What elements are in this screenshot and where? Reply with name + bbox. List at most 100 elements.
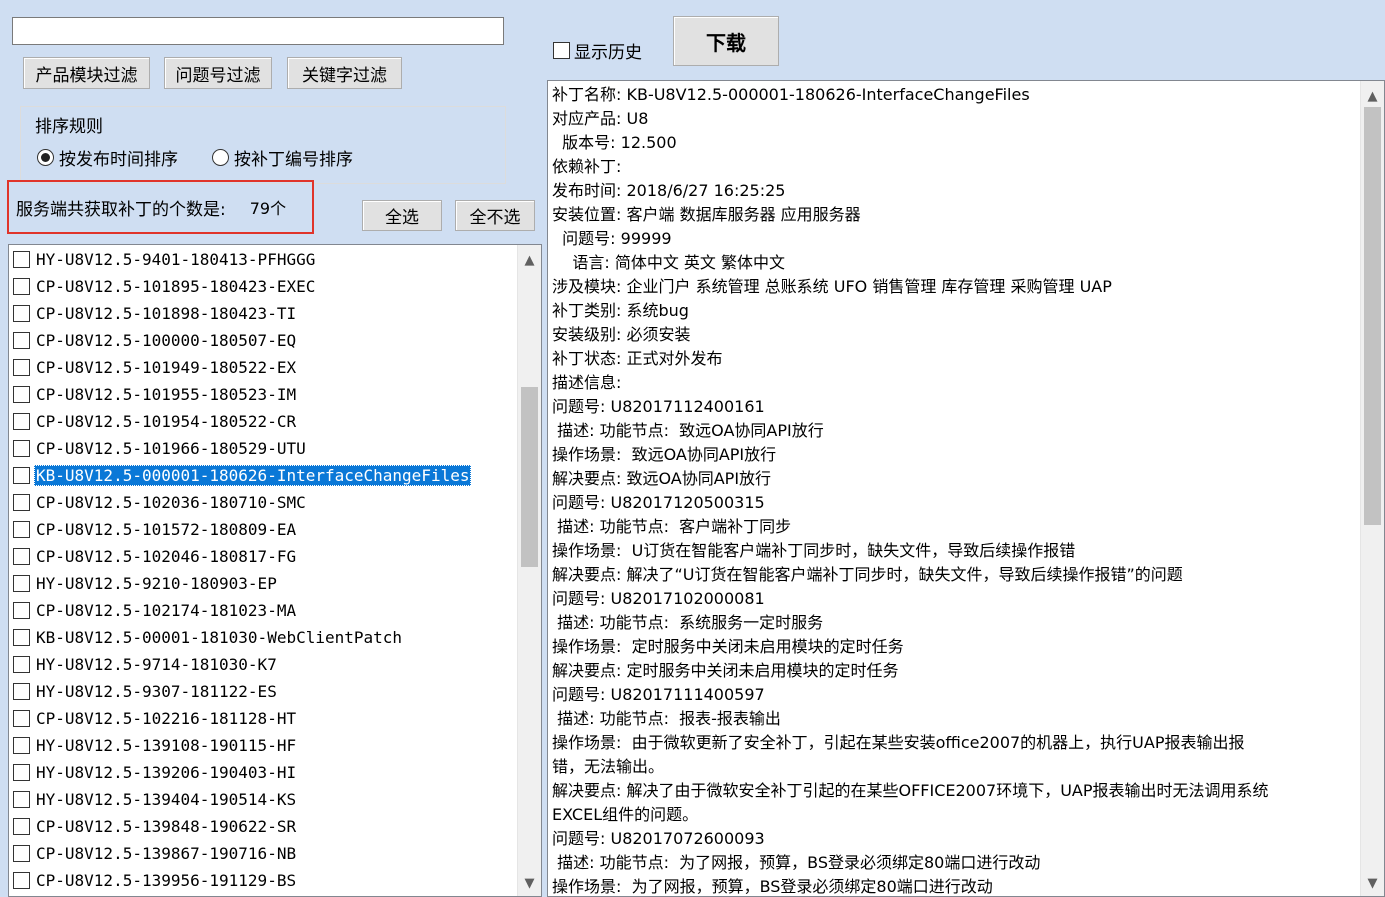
- patch-count-box: 服务端共获取补丁的个数是: 79个: [7, 180, 314, 234]
- patch-list-item-label: CP-U8V12.5-101895-180423-EXEC: [36, 276, 316, 296]
- issue-number-filter-button[interactable]: 问题号过滤: [164, 57, 272, 89]
- detail-line: EXCEL组件的问题。: [552, 805, 699, 824]
- checkbox-icon[interactable]: [13, 331, 30, 349]
- checkbox-icon[interactable]: [13, 817, 30, 835]
- sort-by-time-radio[interactable]: 按发布时间排序: [37, 145, 178, 170]
- patch-list-item-label: HY-U8V12.5-9401-180413-PFHGGG: [36, 249, 316, 269]
- download-button[interactable]: 下载: [673, 16, 779, 66]
- patch-list-item[interactable]: HY-U8V12.5-9401-180413-PFHGGG: [13, 247, 317, 271]
- detail-line: 发布时间: 2018/6/27 16:25:25: [552, 181, 786, 200]
- patch-list-scrollbar[interactable]: ▲ ▼: [517, 245, 541, 896]
- patch-list-item[interactable]: CP-U8V12.5-102216-181128-HT: [13, 706, 298, 730]
- checkbox-icon[interactable]: [13, 763, 30, 781]
- patch-list-item[interactable]: CP-U8V12.5-102036-180710-SMC: [13, 490, 308, 514]
- checkbox-icon[interactable]: [13, 844, 30, 862]
- patch-list-item[interactable]: HY-U8V12.5-9714-181030-K7: [13, 652, 279, 676]
- patch-list-item-label: HY-U8V12.5-9307-181122-ES: [36, 681, 277, 701]
- patch-list-item[interactable]: CP-U8V12.5-101895-180423-EXEC: [13, 274, 317, 298]
- checkbox-icon[interactable]: [13, 736, 30, 754]
- patch-list-item-label: KB-U8V12.5-00001-181030-WebClientPatch: [36, 627, 403, 647]
- patch-list-item[interactable]: CP-U8V12.5-139867-190716-NB: [13, 841, 298, 865]
- patch-list-item[interactable]: CP-U8V12.5-101572-180809-EA: [13, 517, 298, 541]
- sort-by-time-label: 按发布时间排序: [59, 150, 178, 170]
- checkbox-icon[interactable]: [13, 682, 30, 700]
- patch-detail-textarea[interactable]: 补丁名称: KB-U8V12.5-000001-180626-Interface…: [547, 80, 1385, 897]
- checkbox-icon[interactable]: [13, 628, 30, 646]
- detail-line: 安装位置: 客户端 数据库服务器 应用服务器: [552, 205, 861, 224]
- detail-line: 语言: 简体中文 英文 繁体中文: [552, 253, 785, 272]
- patch-list-item-label: CP-U8V12.5-139956-191129-BS: [36, 870, 297, 890]
- checkbox-icon[interactable]: [13, 250, 30, 268]
- patch-list-item[interactable]: HY-U8V12.5-139108-190115-HF: [13, 733, 298, 757]
- detail-line: 问题号: U82017102000081: [552, 589, 765, 608]
- patch-list-item[interactable]: KB-U8V12.5-00001-181030-WebClientPatch: [13, 625, 404, 649]
- checkbox-icon[interactable]: [13, 709, 30, 727]
- patch-list-item[interactable]: CP-U8V12.5-101966-180529-UTU: [13, 436, 308, 460]
- chevron-down-icon[interactable]: ▼: [518, 872, 541, 894]
- detail-line: 操作场景: 定时服务中关闭未启用模块的定时任务: [552, 637, 904, 656]
- detail-line: 描述: 功能节点: 报表-报表输出: [552, 709, 781, 728]
- patch-list-item-label: CP-U8V12.5-102216-181128-HT: [36, 708, 297, 728]
- detail-line: 错，无法输出。: [552, 757, 665, 776]
- sort-by-number-radio[interactable]: 按补丁编号排序: [212, 145, 353, 170]
- patch-list-item[interactable]: CP-U8V12.5-101955-180523-IM: [13, 382, 298, 406]
- checkbox-icon[interactable]: [13, 547, 30, 565]
- checkbox-icon[interactable]: [13, 574, 30, 592]
- patch-list-item-label: HY-U8V12.5-139108-190115-HF: [36, 735, 297, 755]
- checkbox-icon[interactable]: [13, 493, 30, 511]
- checkbox-icon[interactable]: [13, 412, 30, 430]
- patch-count-label: 服务端共获取补丁的个数是:: [16, 199, 226, 220]
- keyword-filter-button[interactable]: 关键字过滤: [287, 57, 402, 89]
- patch-list-item[interactable]: CP-U8V12.5-139848-190622-SR: [13, 814, 298, 838]
- patch-list-item-label: CP-U8V12.5-102036-180710-SMC: [36, 492, 306, 512]
- checkbox-icon[interactable]: [13, 277, 30, 295]
- patch-list-item[interactable]: CP-U8V12.5-102174-181023-MA: [13, 598, 298, 622]
- chevron-up-icon[interactable]: ▲: [1361, 85, 1384, 107]
- scrollbar-thumb[interactable]: [521, 387, 538, 567]
- patch-list-item-label: CP-U8V12.5-102046-180817-FG: [36, 546, 297, 566]
- checkbox-icon[interactable]: [13, 304, 30, 322]
- patch-list-item-label: CP-U8V12.5-101572-180809-EA: [36, 519, 297, 539]
- patch-list-item[interactable]: CP-U8V12.5-101954-180522-CR: [13, 409, 298, 433]
- checkbox-icon[interactable]: [13, 601, 30, 619]
- search-input[interactable]: [12, 17, 504, 45]
- patch-list-item[interactable]: CP-U8V12.5-101898-180423-TI: [13, 301, 298, 325]
- patch-list-item[interactable]: CP-U8V12.5-100000-180507-EQ: [13, 328, 298, 352]
- product-module-filter-button[interactable]: 产品模块过滤: [23, 57, 150, 89]
- patch-list-item-label: HY-U8V12.5-139206-190403-HI: [36, 762, 297, 782]
- detail-scrollbar[interactable]: ▲ ▼: [1360, 81, 1384, 896]
- checkbox-icon[interactable]: [13, 790, 30, 808]
- patch-list-item[interactable]: CP-U8V12.5-101949-180522-EX: [13, 355, 298, 379]
- patch-list-item-label: HY-U8V12.5-139404-190514-KS: [36, 789, 297, 809]
- detail-line: 操作场景: U订货在智能客户端补丁同步时，缺失文件，导致后续操作报错: [552, 541, 1076, 560]
- detail-line: 操作场景: 致远OA协同API放行: [552, 445, 777, 464]
- detail-line: 问题号: U82017112400161: [552, 397, 765, 416]
- detail-line: 解决要点: 致远OA协同API放行: [552, 469, 772, 488]
- show-history-checkbox[interactable]: 显示历史: [553, 38, 642, 63]
- patch-list-item[interactable]: HY-U8V12.5-9307-181122-ES: [13, 679, 279, 703]
- checkbox-icon[interactable]: [13, 520, 30, 538]
- radio-unchecked-icon: [212, 149, 229, 166]
- detail-line: 解决要点: 解决了由于微软安全补丁引起的在某些OFFICE2007环境下，UAP…: [552, 781, 1269, 800]
- checkbox-icon[interactable]: [13, 466, 30, 484]
- detail-line: 操作场景: 为了网报，预算，BS登录必须绑定80端口进行改动: [552, 877, 993, 896]
- patch-list-item-label: CP-U8V12.5-100000-180507-EQ: [36, 330, 297, 350]
- checkbox-icon[interactable]: [13, 358, 30, 376]
- sort-by-number-label: 按补丁编号排序: [234, 150, 353, 170]
- patch-list-item[interactable]: HY-U8V12.5-139404-190514-KS: [13, 787, 298, 811]
- patch-list-item[interactable]: HY-U8V12.5-9210-180903-EP: [13, 571, 279, 595]
- chevron-down-icon[interactable]: ▼: [1361, 872, 1384, 894]
- patch-list[interactable]: HY-U8V12.5-9401-180413-PFHGGG CP-U8V12.5-…: [8, 244, 542, 897]
- checkbox-icon[interactable]: [13, 385, 30, 403]
- select-none-button[interactable]: 全不选: [455, 200, 535, 231]
- patch-list-item[interactable]: HY-U8V12.5-139206-190403-HI: [13, 760, 298, 784]
- select-all-button[interactable]: 全选: [362, 200, 442, 231]
- patch-list-item[interactable]: KB-U8V12.5-000001-180626-InterfaceChange…: [13, 463, 472, 487]
- checkbox-icon[interactable]: [13, 655, 30, 673]
- checkbox-icon[interactable]: [13, 439, 30, 457]
- checkbox-icon[interactable]: [13, 871, 30, 889]
- patch-list-item[interactable]: CP-U8V12.5-102046-180817-FG: [13, 544, 298, 568]
- chevron-up-icon[interactable]: ▲: [518, 249, 541, 271]
- scrollbar-thumb[interactable]: [1364, 107, 1381, 525]
- patch-list-item[interactable]: CP-U8V12.5-139956-191129-BS: [13, 868, 298, 892]
